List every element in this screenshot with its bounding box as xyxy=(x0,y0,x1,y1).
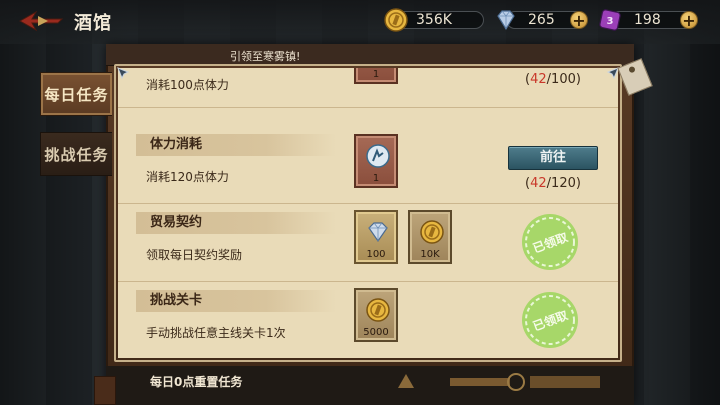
diamond-value: 265 xyxy=(528,12,555,28)
reward-quantity: 5000 xyxy=(363,327,389,338)
quest-progress: (42/100) xyxy=(525,72,581,87)
stamina-icon xyxy=(366,144,390,168)
quest-row: 挑战关卡 手动挑战任意主线关卡1次 5000 已领取 xyxy=(118,282,618,358)
add-ticket-button[interactable]: + xyxy=(680,11,698,30)
claimed-stamp: 已领取 xyxy=(522,292,578,348)
purple-token-icon: 3 xyxy=(599,9,621,31)
quest-row: 消耗100点体力 1 前往 (42/100) xyxy=(118,68,618,108)
reward-stamina[interactable]: 1 xyxy=(354,134,398,188)
reward-quantity: 10K xyxy=(420,249,440,260)
pin-icon xyxy=(117,67,130,80)
quest-row: 体力消耗 消耗120点体力 1 前往 (42/120) xyxy=(118,126,618,204)
quest-list[interactable]: 消耗100点体力 1 前往 (42/100) 体力消耗 消耗120点体力 1 前… xyxy=(118,68,618,358)
reward-stamina[interactable]: 1 xyxy=(354,68,398,84)
reset-note: 每日0点重置任务 xyxy=(150,375,243,389)
reward-diamond[interactable]: 100 xyxy=(354,210,398,264)
diamond-icon xyxy=(497,10,515,31)
announcement-marquee: 引领至寒雾镇! xyxy=(230,50,301,63)
svg-text:3: 3 xyxy=(607,16,614,27)
ticket-value: 198 xyxy=(634,12,661,28)
reward-quantity: 100 xyxy=(366,249,386,260)
diamond-icon xyxy=(368,222,388,243)
gold-value: 356K xyxy=(416,12,452,28)
reward-gold[interactable]: 5000 xyxy=(354,288,398,342)
quest-description: 消耗120点体力 xyxy=(146,170,229,184)
quest-title: 体力消耗 xyxy=(136,134,336,156)
add-diamond-button[interactable]: + xyxy=(570,11,588,30)
tab-daily-quests[interactable]: 每日任务 xyxy=(40,72,112,116)
quest-progress: (42/120) xyxy=(525,176,581,191)
reward-quantity: 1 xyxy=(372,173,380,184)
gold-counter: 356K xyxy=(384,8,484,32)
reward-quantity: 1 xyxy=(372,69,380,80)
quest-title: 挑战关卡 xyxy=(136,290,336,312)
reward-gold[interactable]: 10K xyxy=(408,210,452,264)
gold-coin-icon xyxy=(420,220,444,244)
quest-description: 手动挑战任意主线关卡1次 xyxy=(146,326,286,340)
back-arrow-icon[interactable] xyxy=(18,10,64,32)
ornament-icon xyxy=(398,373,600,391)
page-title: 酒馆 xyxy=(74,13,112,34)
quest-description: 消耗100点体力 xyxy=(146,78,229,92)
gold-coin-icon xyxy=(384,8,408,32)
go-button[interactable]: 前往 xyxy=(508,146,598,170)
claimed-stamp: 已领取 xyxy=(522,214,578,270)
quest-description: 领取每日契约奖励 xyxy=(146,248,243,262)
tab-challenge-quests[interactable]: 挑战任务 xyxy=(40,132,112,176)
wooden-post xyxy=(94,376,116,405)
announcement-strip xyxy=(106,44,634,66)
quest-row: 贸易契约 领取每日契约奖励 100 10K 已领取 xyxy=(118,204,618,282)
quest-title: 贸易契约 xyxy=(136,212,336,234)
gold-coin-icon xyxy=(366,298,390,322)
